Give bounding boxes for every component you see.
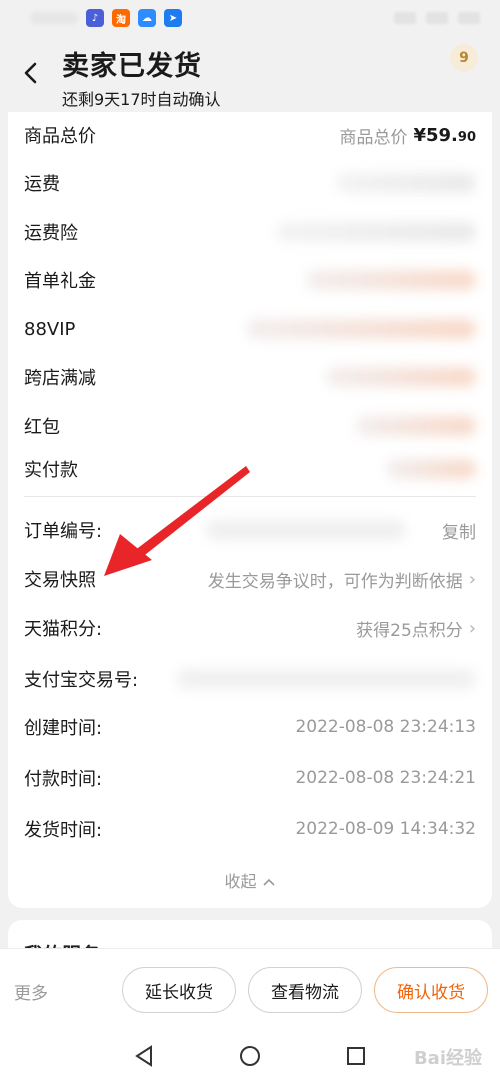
watermark: Bai经验 — [413, 1048, 482, 1069]
order-detail-card: 商品总价 商品总价 ¥59.90 运费 运费险 首单礼金 88VIP 跨店满减 … — [8, 112, 492, 908]
info-row-alipay-trade-no: 支付宝交易号: — [24, 664, 476, 694]
info-row-paid-time: 付款时间: 2022-08-08 23:24:21 — [24, 768, 476, 790]
price-row-cross-store: 跨店满减 — [24, 362, 476, 392]
price-row-shipping: 运费 — [24, 168, 476, 198]
info-row-tmall-points[interactable]: 天猫积分: 获得25点积分 › — [24, 613, 476, 643]
blurred-value — [386, 459, 476, 479]
blurred-value — [336, 173, 476, 193]
system-nav-bar: Bai经验 — [0, 1030, 500, 1084]
bottom-action-bar: 更多 延长收货 查看物流 确认收货 — [0, 948, 500, 1030]
extend-receipt-button[interactable]: 延长收货 — [122, 967, 236, 1013]
price-row-total: 商品总价 商品总价 ¥59.90 — [24, 120, 476, 150]
row-value: 商品总价 ¥59.90 — [339, 124, 476, 148]
status-indicators — [394, 12, 480, 24]
blurred-value — [276, 222, 476, 242]
row-label: 商品总价 — [24, 126, 96, 147]
price-row-shipping-insurance: 运费险 — [24, 217, 476, 247]
info-row-created-time: 创建时间: 2022-08-08 23:24:13 — [24, 717, 476, 739]
collapse-button[interactable]: 收起 — [8, 868, 492, 892]
cloud-app-icon: ☁ — [138, 9, 156, 27]
auto-confirm-countdown: 还剩9天17时自动确认 — [62, 90, 221, 109]
blurred-value — [176, 669, 476, 689]
header: 卖家已发货 还剩9天17时自动确认 9 — [0, 36, 500, 112]
price-row-first-order-gift: 首单礼金 — [24, 265, 476, 295]
confirm-receipt-button[interactable]: 确认收货 — [374, 967, 488, 1013]
nav-back-icon[interactable] — [132, 1044, 156, 1068]
nav-home-icon[interactable] — [238, 1044, 262, 1068]
info-row-shipped-time: 发货时间: 2022-08-09 14:34:32 — [24, 819, 476, 841]
price-row-88vip: 88VIP — [24, 314, 476, 344]
blurred-value — [326, 367, 476, 387]
dingtalk-app-icon: ➤ — [164, 9, 182, 27]
chevron-right-icon: › — [468, 568, 476, 590]
page-title: 卖家已发货 — [62, 51, 202, 82]
back-icon[interactable] — [18, 58, 42, 88]
total-price: ¥59.90 — [413, 124, 476, 146]
music-app-icon: ♪ — [86, 9, 104, 27]
taobao-app-icon: 淘 — [112, 9, 130, 27]
status-bar: ♪ 淘 ☁ ➤ — [0, 0, 500, 36]
view-logistics-button[interactable]: 查看物流 — [248, 967, 362, 1013]
blurred-value — [306, 270, 476, 290]
status-time-blurred — [30, 12, 78, 24]
blurred-value — [356, 416, 476, 436]
more-button[interactable]: 更多 — [14, 979, 48, 1004]
notification-badge[interactable]: 9 — [450, 44, 478, 72]
nav-recents-icon[interactable] — [344, 1044, 368, 1068]
blurred-value — [246, 319, 476, 339]
chevron-right-icon: › — [468, 617, 476, 639]
price-row-red-packet: 红包 — [24, 411, 476, 441]
copy-button[interactable]: 复制 — [442, 518, 476, 543]
annotation-arrow-icon — [104, 466, 250, 576]
chevron-up-icon — [262, 878, 275, 886]
